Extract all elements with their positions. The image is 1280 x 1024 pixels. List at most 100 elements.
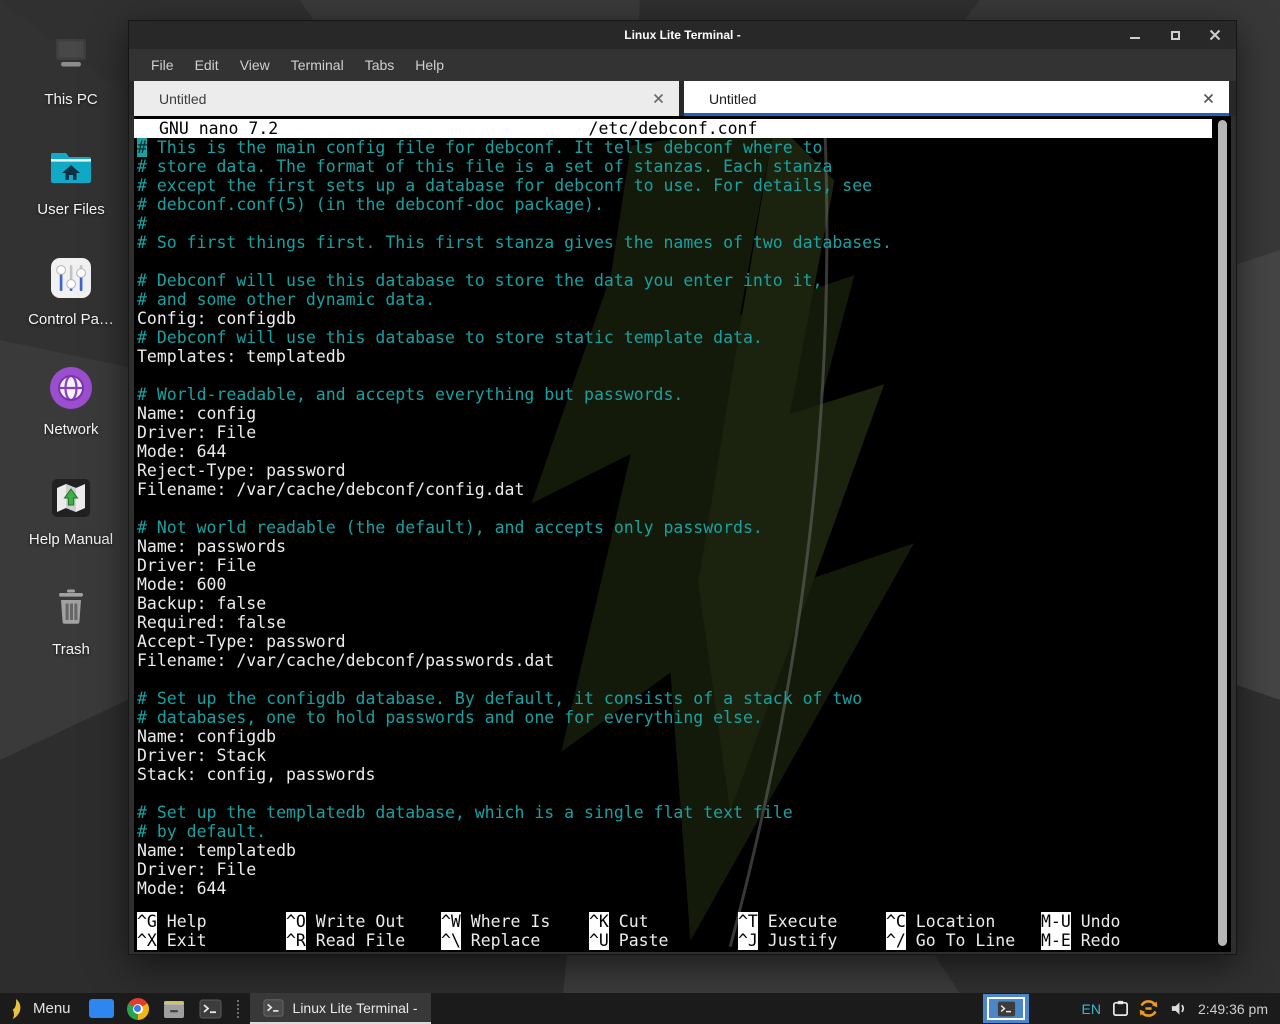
desktop-icon-label: Network [43,421,98,438]
shortcut-column: ^W Where Is^\ Replace [441,912,550,950]
desktop-icon-list: This PC User Files [10,24,132,684]
editor-line: # Debconf will use this database to stor… [137,271,1231,290]
clock[interactable]: 2:49:36 pm [1198,1001,1268,1017]
editor-line: Driver: File [137,556,1231,575]
shortcut-key: ^T [738,912,758,931]
shortcut-column: ^C Location^/ Go To Line [886,912,1015,950]
shortcut-location: ^C Location [886,912,1015,931]
shortcut-read-file: ^R Read File [286,931,405,950]
close-icon [653,93,664,104]
tab-close-button[interactable] [1201,91,1215,105]
editor-line: # Set up the templatedb database, which … [137,803,1231,822]
keyboard-layout-indicator[interactable]: EN [1081,1001,1100,1017]
editor-line: # World-readable, and accepts everything… [137,385,1231,404]
editor-line: Name: configdb [137,727,1231,746]
shortcut-replace: ^\ Replace [441,931,550,950]
shortcut-exit: ^X Exit [137,931,207,950]
editor-line: # debconf.conf(5) (in the debconf-doc pa… [137,195,1231,214]
menu-button[interactable]: Menu [33,1000,71,1017]
volume-tray-item[interactable] [1169,999,1188,1018]
editor-line: # So first things first. This first stan… [137,233,1231,252]
terminal-launcher[interactable] [199,998,222,1020]
tab-close-button[interactable] [651,91,665,105]
tab-bar: Untitled Untitled [129,81,1236,116]
nano-version: GNU nano 7.2 [159,119,278,138]
shortcut-column: ^G Help^X Exit [137,912,207,950]
desktop-icon-this-pc[interactable]: This PC [10,24,132,108]
tab-untitled-1[interactable]: Untitled [134,81,679,116]
menu-terminal[interactable]: Terminal [289,54,346,76]
shortcut-column: ^O Write Out^R Read File [286,912,405,950]
linux-lite-logo-icon[interactable] [8,998,24,1020]
desktop-icon-help-manual[interactable]: Help Manual [10,464,132,548]
window-controls [1128,21,1222,49]
editor-line: # Set up the configdb database. By defau… [137,689,1231,708]
shortcut-key: ^G [137,912,157,931]
desktop-icon-network[interactable]: Network [10,354,132,438]
editor-line: Mode: 644 [137,879,1231,898]
file-manager-icon [162,998,186,1020]
shortcut-column: ^K Cut^U Paste [589,912,668,950]
editor-line [137,366,1231,385]
updates-tray-item[interactable] [1137,997,1160,1020]
file-manager-launcher[interactable] [162,998,186,1020]
desktop-icon-label: This PC [44,91,97,108]
control-panel-sliders-icon [43,250,99,306]
shortcut-key: M-E [1041,931,1071,950]
shortcut-go-to-line: ^/ Go To Line [886,931,1015,950]
nano-shortcut-bar: ^G Help^X Exit ^O Write Out^R Read File ^W… [137,912,1212,950]
editor-line [137,784,1231,803]
editor-line: Name: config [137,404,1231,423]
desktop-icon-control-panel[interactable]: Control Pa… [10,244,132,328]
shortcut-key: ^R [286,931,306,950]
taskbar-window-button[interactable]: Linux Lite Terminal - [250,993,431,1024]
close-icon [1203,93,1214,104]
terminal-icon [263,998,284,1018]
maximize-button[interactable] [1168,28,1182,42]
window-title: Linux Lite Terminal - [624,28,740,42]
editor-line: Templates: templatedb [137,347,1231,366]
shortcut-write-out: ^O Write Out [286,912,405,931]
menu-view[interactable]: View [238,54,272,76]
close-icon [1209,29,1221,41]
taskbar-separator [237,1000,242,1018]
terminal-window: Linux Lite Terminal - File Edit View Termin… [128,20,1237,955]
chrome-launcher[interactable] [127,998,149,1020]
tab-untitled-2[interactable]: Untitled [684,81,1229,116]
close-button[interactable] [1208,28,1222,42]
tray-terminal-indicator[interactable] [983,994,1029,1023]
editor-line: Accept-Type: password [137,632,1231,651]
menu-edit[interactable]: Edit [193,54,221,76]
editor-line [137,252,1231,271]
tab-label: Untitled [684,91,756,107]
desktop-icon-trash[interactable]: Trash [10,574,132,658]
editor-line: Filename: /var/cache/debconf/config.dat [137,480,1231,499]
editor-line: Filename: /var/cache/debconf/passwords.d… [137,651,1231,670]
menu-help[interactable]: Help [413,54,446,76]
editor-line: Name: templatedb [137,841,1231,860]
menu-file[interactable]: File [149,54,176,76]
shortcut-column: ^T Execute^J Justify [738,912,837,950]
minimize-button[interactable] [1128,28,1142,42]
desktop-icon-user-files[interactable]: User Files [10,134,132,218]
window-titlebar[interactable]: Linux Lite Terminal - [129,21,1236,49]
desktop-icon-label: Control Pa… [28,311,114,328]
scrollbar-thumb[interactable] [1218,120,1227,946]
editor-line: # This is the main config file for debco… [137,138,1231,157]
taskbar-window-title: Linux Lite Terminal - [293,1000,418,1016]
editor-text-area: # This is the main config file for debco… [137,138,1231,898]
editor-line: # store data. The format of this file is… [137,157,1231,176]
shortcut-column: M-U UndoM-E Redo [1041,912,1120,950]
terminal-scrollbar[interactable] [1218,120,1228,946]
desktop-icon-label: Help Manual [29,531,113,548]
editor-line [137,670,1231,689]
terminal-viewport[interactable]: GNU nano 7.2 /etc/debconf.conf # This is… [134,116,1231,952]
taskbar: Menu [0,993,1280,1024]
clipboard-tray-item[interactable] [1111,999,1130,1018]
nano-title-bar: GNU nano 7.2 /etc/debconf.conf [134,119,1212,138]
show-desktop-button[interactable] [89,999,114,1018]
editor-line: Config: configdb [137,309,1231,328]
menu-tabs[interactable]: Tabs [363,54,397,76]
shortcut-cut: ^K Cut [589,912,668,931]
shortcut-key: ^J [738,931,758,950]
